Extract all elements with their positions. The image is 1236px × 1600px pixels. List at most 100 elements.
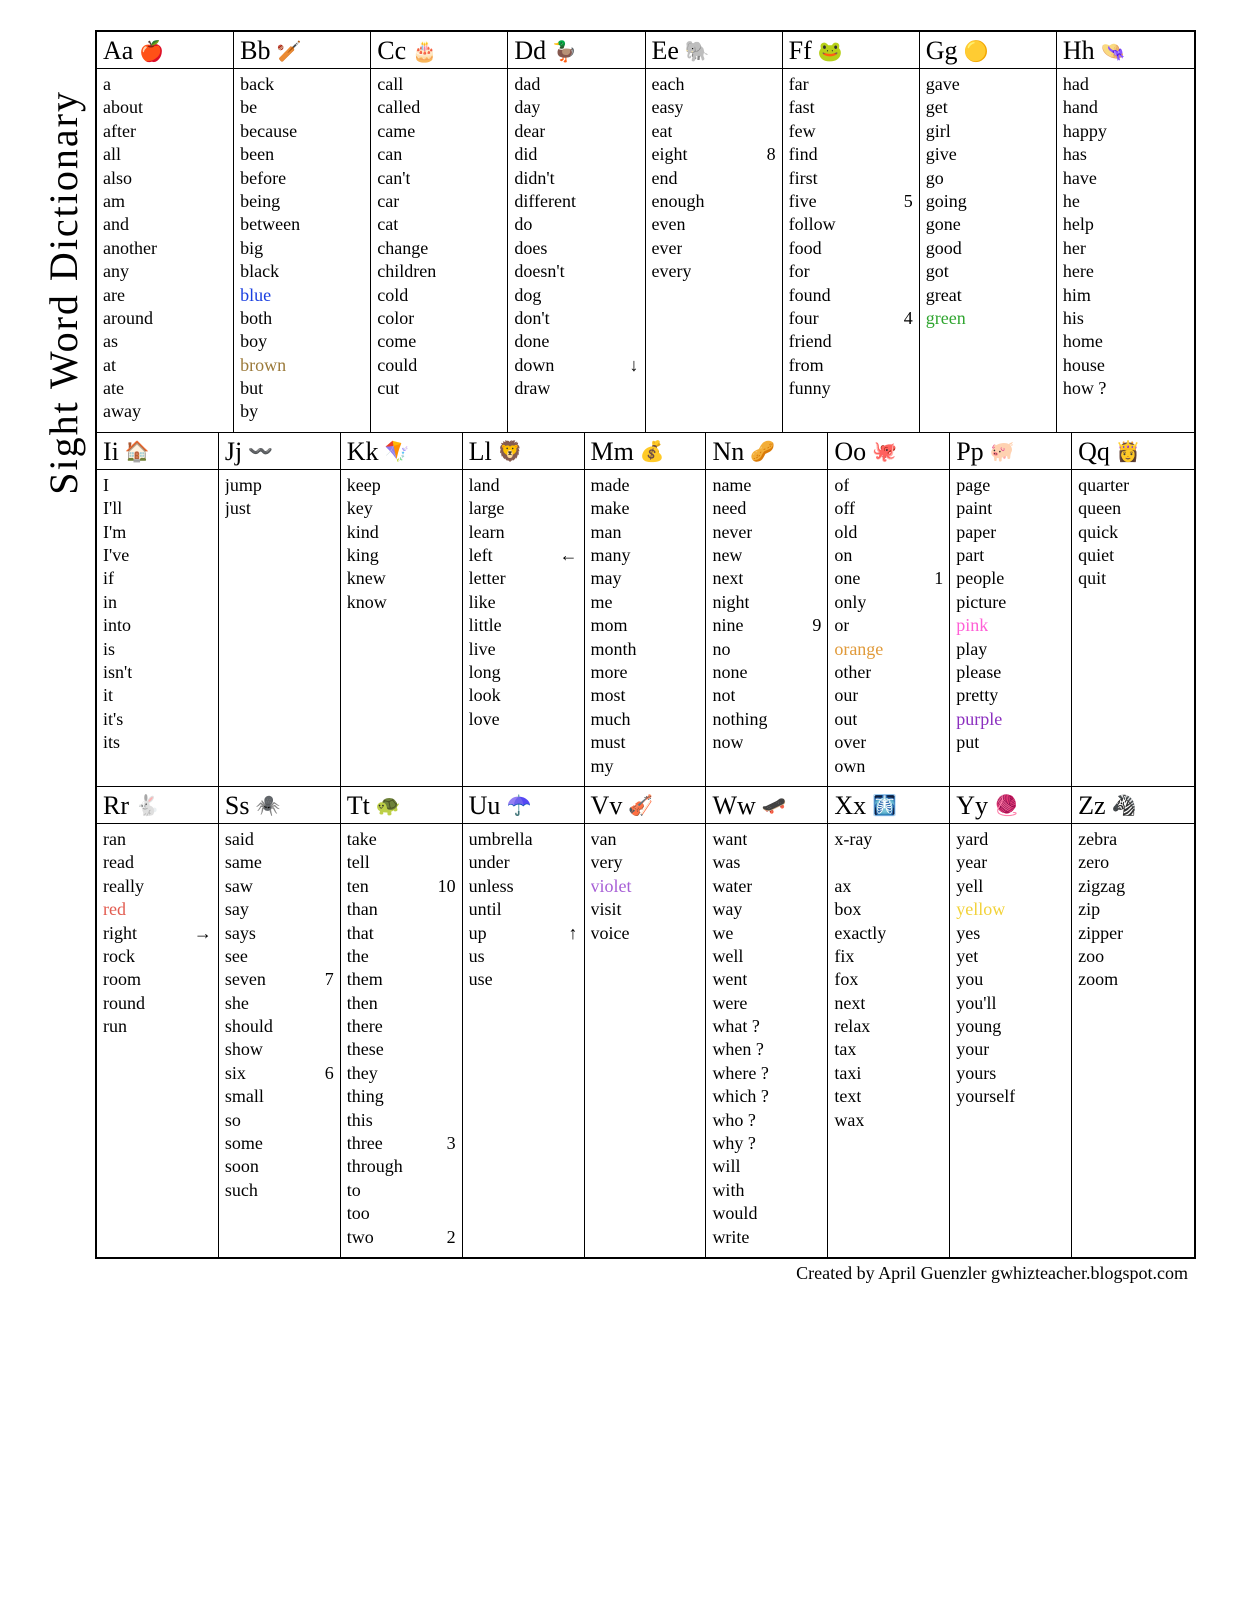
word-entry: other <box>834 661 943 684</box>
word-text: but <box>240 377 263 400</box>
word-entry: know <box>347 591 456 614</box>
word-text: between <box>240 213 300 236</box>
word-entry: away <box>103 400 227 423</box>
word-text: be <box>240 96 257 119</box>
word-entry: quit <box>1078 567 1188 590</box>
word-text: ten <box>347 875 369 898</box>
word-text: now <box>712 731 743 754</box>
word-text: was <box>712 851 740 874</box>
word-entry: jump <box>225 474 334 497</box>
word-entry: eat <box>652 120 776 143</box>
word-list: aaboutafterallalsoamandanotheranyarearou… <box>97 69 233 432</box>
s-icon: 🕷️ <box>255 793 280 818</box>
word-extra: 10 <box>432 875 456 898</box>
letter-cell-u: Uu☂️umbrellaunderunlessuntilup↑ususe <box>463 787 585 1257</box>
word-entry: you <box>956 968 1065 991</box>
word-text: can't <box>377 167 410 190</box>
word-entry: key <box>347 497 456 520</box>
word-entry: play <box>956 638 1065 661</box>
word-entry: visit <box>591 898 700 921</box>
word-entry: write <box>712 1226 821 1249</box>
word-entry: our <box>834 684 943 707</box>
word-text: land <box>469 474 500 497</box>
word-text: ran <box>103 828 126 851</box>
word-entry: it's <box>103 708 212 731</box>
h-icon: 👒 <box>1101 39 1126 64</box>
word-entry: that <box>347 922 456 945</box>
word-text: part <box>956 544 984 567</box>
word-text: we <box>712 922 733 945</box>
word-text: wax <box>834 1109 864 1132</box>
word-text: quiet <box>1078 544 1114 567</box>
word-text: yet <box>956 945 978 968</box>
word-text: letter <box>469 567 506 590</box>
word-text: end <box>652 167 678 190</box>
word-text: exactly <box>834 922 886 945</box>
word-text: use <box>469 968 493 991</box>
word-text: paper <box>956 521 996 544</box>
word-entry: if <box>103 567 212 590</box>
word-entry: green <box>926 307 1050 330</box>
word-text: nine <box>712 614 743 637</box>
word-extra: 7 <box>319 968 334 991</box>
word-text: you <box>956 968 983 991</box>
word-entry: learn <box>469 521 578 544</box>
word-text: also <box>103 167 132 190</box>
word-text: all <box>103 143 121 166</box>
word-text: thing <box>347 1085 384 1108</box>
word-text: us <box>469 945 485 968</box>
word-text: ever <box>652 237 683 260</box>
word-entry: four4 <box>789 307 913 330</box>
word-entry: only <box>834 591 943 614</box>
word-entry: page <box>956 474 1065 497</box>
word-entry: over <box>834 731 943 754</box>
word-list: jumpjust <box>219 470 340 529</box>
word-entry: zigzag <box>1078 875 1188 898</box>
word-text: doesn't <box>514 260 564 283</box>
letter-label: Ll <box>469 437 492 467</box>
word-text: any <box>103 260 129 283</box>
word-entry: not <box>712 684 821 707</box>
word-text: too <box>347 1202 370 1225</box>
word-entry: many <box>591 544 700 567</box>
word-entry: here <box>1063 260 1188 283</box>
word-entry: cold <box>377 284 501 307</box>
word-entry: but <box>240 377 364 400</box>
word-text: were <box>712 992 747 1015</box>
letter-cell-e: Ee🐘eacheasyeateight8endenoughevenevereve… <box>646 32 783 433</box>
word-list: pagepaintpaperpartpeoplepicturepinkplayp… <box>950 470 1071 763</box>
word-text: I've <box>103 544 129 567</box>
word-text: draw <box>514 377 550 400</box>
word-entry: which ? <box>712 1085 821 1108</box>
letter-cell-v: Vv🎻vanveryvioletvisitvoice <box>585 787 707 1257</box>
letter-label: Ee <box>652 36 679 66</box>
word-text: to <box>347 1179 361 1202</box>
word-entry: another <box>103 237 227 260</box>
letter-cell-a: Aa🍎aaboutafterallalsoamandanotheranyarea… <box>97 32 234 433</box>
word-entry: violet <box>591 875 700 898</box>
word-text: rock <box>103 945 135 968</box>
word-entry: what ? <box>712 1015 821 1038</box>
word-text: play <box>956 638 987 661</box>
word-text: find <box>789 143 818 166</box>
word-entry: am <box>103 190 227 213</box>
word-entry: zipper <box>1078 922 1188 945</box>
word-entry: put <box>956 731 1065 754</box>
word-text: I'm <box>103 521 126 544</box>
word-entry: keep <box>347 474 456 497</box>
word-entry: too <box>347 1202 456 1225</box>
word-entry: none <box>712 661 821 684</box>
word-entry: tax <box>834 1038 943 1061</box>
word-entry: can't <box>377 167 501 190</box>
word-text: came <box>377 120 415 143</box>
word-extra: ← <box>554 544 578 567</box>
word-entry: dear <box>514 120 638 143</box>
word-entry: round <box>103 992 212 1015</box>
word-list: hadhandhappyhashavehehelpherherehimhisho… <box>1057 69 1194 408</box>
word-text: run <box>103 1015 127 1038</box>
word-entry: red <box>103 898 212 921</box>
word-text: yellow <box>956 898 1005 921</box>
word-text: zero <box>1078 851 1109 874</box>
word-text: zipper <box>1078 922 1123 945</box>
word-extra: → <box>188 922 212 945</box>
